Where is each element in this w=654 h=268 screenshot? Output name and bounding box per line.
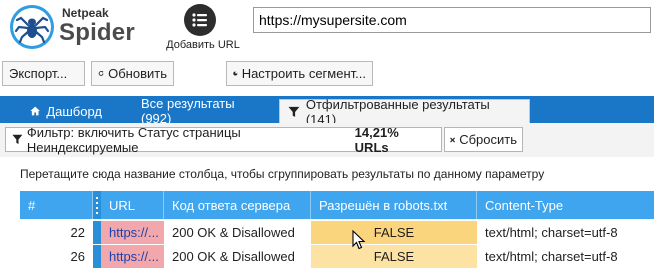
spider-logo-icon	[10, 5, 54, 49]
tab-dashboard[interactable]: Дашборд	[22, 99, 110, 123]
column-header-robots[interactable]: Разрешён в robots.txt	[311, 191, 477, 219]
cell-url[interactable]: https://...	[101, 221, 164, 244]
cell-url[interactable]: https://...	[101, 245, 164, 268]
filter-percent: 14,21% URLs	[354, 124, 399, 155]
cell-status-code: 200 OK & Disallowed	[172, 225, 295, 240]
refresh-button[interactable]: Обновить	[91, 61, 174, 86]
drag-handle-icon	[96, 197, 98, 214]
segment-label: Настроить сегмент...	[241, 66, 366, 81]
configure-segment-button[interactable]: Настроить сегмент...	[226, 61, 373, 86]
reset-filter-label: Сбросить	[459, 132, 517, 147]
cell-status-code: 200 OK & Disallowed	[172, 249, 295, 264]
column-header-number[interactable]: #	[20, 191, 93, 219]
row-indicator	[93, 221, 101, 244]
pie-chart-icon	[233, 71, 238, 76]
home-icon	[30, 106, 40, 116]
tab-filtered-results[interactable]: Отфильтрованные результаты (141)	[279, 97, 530, 127]
table-row[interactable]: 22 https://... 200 OK & Disallowed FALSE…	[20, 221, 654, 244]
tab-all-results[interactable]: Все результаты (992)	[133, 96, 273, 126]
tab-filtered-results-label: Отфильтрованные результаты (141)	[305, 96, 490, 127]
tab-all-results-label: Все результаты (992)	[141, 96, 235, 126]
tab-dashboard-label: Дашборд	[46, 103, 102, 119]
cell-content-type: text/html; charset=utf-8	[485, 249, 618, 264]
row-indicator	[93, 245, 101, 268]
add-url-label: Добавить URL	[166, 39, 240, 51]
add-url-button[interactable]: Добавить URL	[164, 4, 240, 54]
table-row[interactable]: 26 https://... 200 OK & Disallowed FALSE…	[20, 245, 654, 268]
refresh-icon	[98, 70, 104, 76]
column-header-status-code[interactable]: Код ответа сервера	[164, 191, 311, 219]
cell-content-type: text/html; charset=utf-8	[485, 225, 618, 240]
cell-number: 22	[70, 225, 85, 240]
cell-robots: FALSE	[311, 245, 477, 268]
column-drag-handle[interactable]	[93, 191, 101, 219]
cell-number: 26	[70, 249, 85, 264]
filter-text: Фильтр: включить Статус страницы Неиндек…	[26, 124, 241, 155]
export-button[interactable]: Экспорт...	[2, 61, 85, 86]
close-icon	[450, 137, 456, 142]
group-by-drop-zone[interactable]: Перетащите сюда название столбца, чтобы …	[20, 167, 544, 181]
filter-summary[interactable]: Фильтр: включить Статус страницы Неиндек…	[5, 124, 442, 155]
reset-filter-button[interactable]: Сбросить	[444, 127, 523, 152]
refresh-label: Обновить	[108, 66, 167, 81]
url-input[interactable]	[253, 7, 651, 33]
column-header-url[interactable]: URL	[101, 191, 164, 219]
brand-name-large: Spider	[59, 19, 135, 46]
column-header-content-type[interactable]: Content-Type	[477, 191, 654, 219]
filter-icon	[12, 134, 23, 145]
export-label: Экспорт...	[9, 66, 68, 81]
cell-robots: FALSE	[311, 221, 477, 244]
filter-icon	[288, 106, 300, 117]
brand-name-small: Netpeak	[62, 6, 109, 20]
list-icon	[184, 4, 216, 36]
mouse-cursor-icon	[352, 230, 366, 250]
